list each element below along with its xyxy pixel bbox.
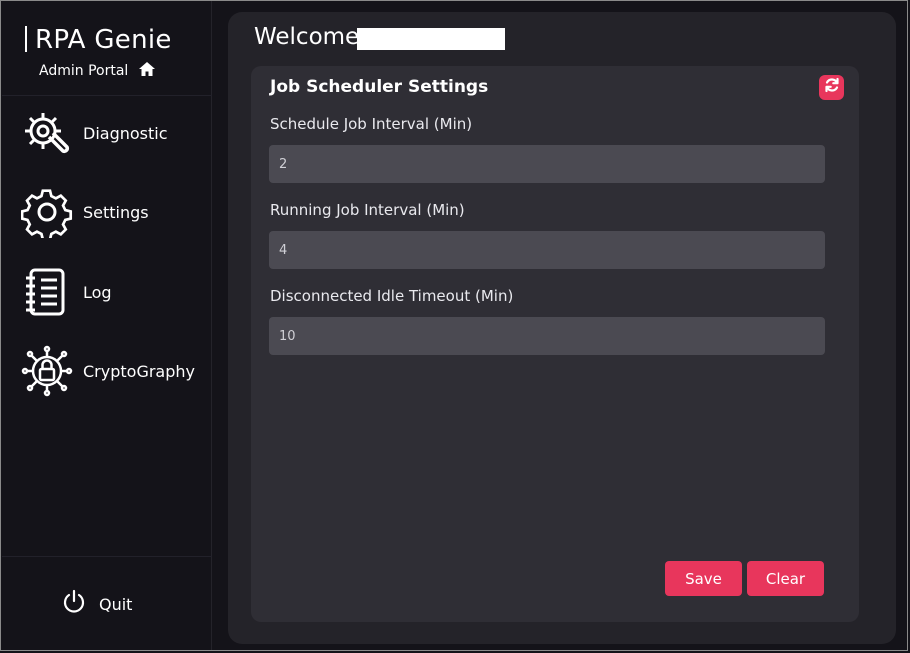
sidebar-item-label: Settings <box>83 202 149 222</box>
save-button[interactable]: Save <box>665 561 742 596</box>
sidebar-item-cryptography[interactable]: CryptoGraphy <box>21 344 211 398</box>
admin-portal-link[interactable]: Admin Portal <box>39 62 155 80</box>
disconnected-idle-timeout-label: Disconnected Idle Timeout (Min) <box>270 287 514 305</box>
sidebar-item-label: Log <box>83 282 112 302</box>
clear-button[interactable]: Clear <box>747 561 824 596</box>
log-notebook-icon <box>21 265 75 319</box>
redacted-username <box>357 28 505 50</box>
running-job-interval-input[interactable] <box>269 231 825 269</box>
refresh-icon <box>824 77 840 98</box>
sidebar-item-log[interactable]: Log <box>21 265 211 319</box>
job-scheduler-card: Job Scheduler Settings Schedule Job Inte… <box>251 66 859 622</box>
main-panel: Welcome Job Scheduler Settings Schedule … <box>228 12 896 644</box>
quit-button[interactable]: Quit <box>61 589 132 620</box>
quit-label: Quit <box>99 595 133 614</box>
sidebar-item-settings[interactable]: Settings <box>21 185 211 239</box>
sidebar: RPA Genie Admin Portal Diagnostic Settin… <box>1 1 212 650</box>
sidebar-divider <box>2 95 212 96</box>
sidebar-item-label: Diagnostic <box>83 123 168 143</box>
running-job-interval-label: Running Job Interval (Min) <box>270 201 465 219</box>
admin-portal-label: Admin Portal <box>39 63 129 79</box>
sidebar-divider <box>2 556 212 557</box>
gear-icon <box>21 185 75 239</box>
app-title-text: RPA Genie <box>35 25 172 55</box>
card-title: Job Scheduler Settings <box>270 77 489 97</box>
lock-circuit-icon <box>21 344 75 398</box>
diagnostic-gear-wrench-icon <box>21 106 75 160</box>
sidebar-item-diagnostic[interactable]: Diagnostic <box>21 106 211 160</box>
refresh-button[interactable] <box>819 75 844 100</box>
app-title: RPA Genie <box>25 25 172 55</box>
welcome-text: Welcome <box>254 24 360 50</box>
disconnected-idle-timeout-input[interactable] <box>269 317 825 355</box>
brand: RPA Genie Admin Portal <box>25 25 172 79</box>
home-icon[interactable] <box>138 62 155 80</box>
schedule-job-interval-input[interactable] <box>269 145 825 183</box>
schedule-job-interval-label: Schedule Job Interval (Min) <box>270 115 473 133</box>
sidebar-item-label: CryptoGraphy <box>83 361 195 381</box>
power-icon <box>61 589 87 620</box>
